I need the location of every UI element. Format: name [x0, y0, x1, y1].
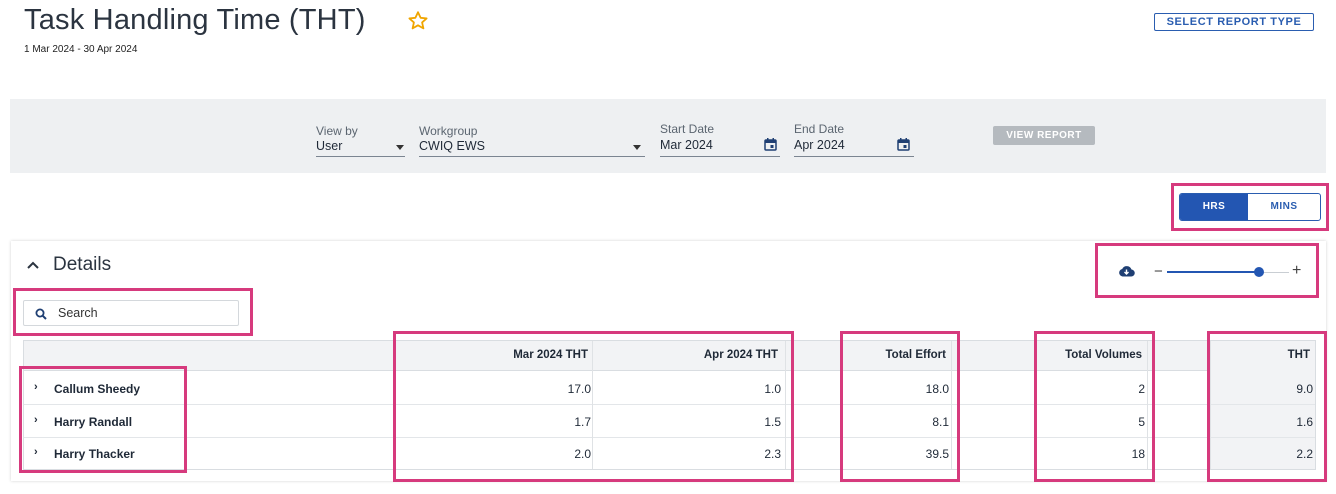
names-highlight — [19, 366, 187, 473]
view-by-underline — [316, 156, 405, 157]
end-date-field[interactable]: Apr 2024 — [794, 138, 914, 157]
start-date-label: Start Date — [660, 122, 715, 136]
total-volumes-highlight — [1034, 331, 1155, 482]
view-by-label: View by — [316, 124, 358, 138]
calendar-icon[interactable] — [764, 138, 777, 156]
zoom-slider-thumb[interactable] — [1253, 267, 1264, 277]
select-report-type-button[interactable]: SELECT REPORT TYPE — [1154, 13, 1314, 31]
search-icon — [35, 307, 47, 325]
collapse-chevron-up-icon[interactable] — [26, 258, 40, 277]
start-date-field[interactable]: Mar 2024 — [660, 138, 780, 157]
filter-bar — [10, 99, 1326, 173]
chevron-down-icon — [633, 145, 641, 150]
workgroup-underline — [419, 156, 645, 157]
tht-highlight — [1207, 331, 1327, 482]
monthly-tht-highlight — [393, 331, 794, 482]
star-outline-icon[interactable] — [406, 9, 430, 33]
date-range-subtitle: 1 Mar 2024 - 30 Apr 2024 — [24, 44, 138, 55]
chevron-down-icon — [396, 145, 404, 150]
total-effort-highlight — [840, 331, 960, 482]
view-by-select[interactable]: User — [316, 139, 405, 157]
start-date-value: Mar 2024 — [660, 138, 713, 152]
end-date-label: End Date — [794, 122, 845, 136]
search-input[interactable] — [23, 300, 239, 326]
workgroup-label: Workgroup — [419, 124, 478, 138]
start-date-underline — [660, 156, 780, 157]
cloud-download-icon[interactable] — [1118, 264, 1135, 283]
zoom-out-icon[interactable]: − — [1154, 263, 1163, 280]
unit-toggle[interactable]: HRS MINS — [1179, 193, 1321, 221]
workgroup-value: CWIQ EWS — [419, 139, 485, 153]
page-title: Task Handling Time (THT) — [24, 4, 366, 36]
hrs-toggle-button[interactable]: HRS — [1180, 194, 1248, 220]
search-placeholder: Search — [58, 306, 98, 320]
details-title: Details — [53, 254, 112, 275]
view-by-value: User — [316, 139, 343, 153]
zoom-in-icon[interactable]: + — [1292, 262, 1301, 280]
mins-toggle-button[interactable]: MINS — [1248, 194, 1320, 220]
calendar-icon[interactable] — [897, 138, 910, 156]
end-date-underline — [794, 156, 914, 157]
workgroup-select[interactable]: CWIQ EWS — [419, 139, 645, 157]
view-report-button[interactable]: VIEW REPORT — [993, 126, 1095, 145]
zoom-slider-fill — [1167, 271, 1259, 273]
end-date-value: Apr 2024 — [794, 138, 845, 152]
